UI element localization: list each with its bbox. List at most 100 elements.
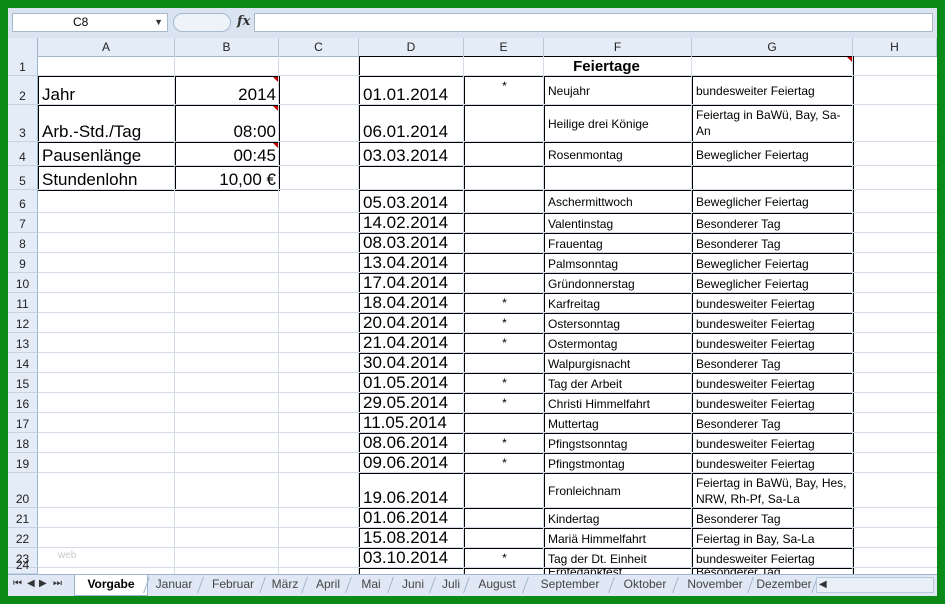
holiday-mark[interactable]	[464, 213, 545, 234]
holiday-name[interactable]: Frauentag	[544, 233, 693, 254]
holiday-date[interactable]: 11.05.2014	[359, 413, 465, 434]
holiday-type[interactable]: bundesweiter Feiertag	[692, 373, 854, 394]
setting-value[interactable]: 10,00 €	[175, 166, 280, 191]
holiday-type[interactable]: Besonderer Tag	[692, 508, 854, 529]
sheet-tab-april[interactable]: April	[308, 575, 348, 595]
holiday-date[interactable]: 29.05.2014	[359, 393, 465, 414]
column-header-f[interactable]: F	[544, 38, 692, 56]
holiday-mark[interactable]: *	[464, 433, 545, 454]
holiday-date[interactable]: 09.06.2014	[359, 453, 465, 474]
scroll-left-icon[interactable]: ◀	[819, 579, 827, 590]
row-header-13[interactable]: 13	[8, 333, 38, 353]
row-header-10[interactable]: 10	[8, 273, 38, 293]
holiday-type[interactable]: Besonderer Tag	[692, 413, 854, 434]
row-header-16[interactable]: 16	[8, 393, 38, 413]
holiday-type[interactable]: bundesweiter Feiertag	[692, 293, 854, 314]
horizontal-scrollbar[interactable]: ◀	[816, 577, 934, 593]
holiday-mark[interactable]	[464, 528, 545, 549]
holiday-mark[interactable]	[464, 253, 545, 274]
row-header-1[interactable]: 1	[8, 56, 38, 76]
sheet-tab-m-rz[interactable]: März	[266, 575, 304, 595]
holiday-date[interactable]: 19.06.2014	[359, 473, 465, 509]
sheet-tab-mai[interactable]: Mai	[352, 575, 390, 595]
holiday-date[interactable]: 03.03.2014	[359, 142, 465, 167]
holiday-mark[interactable]	[464, 273, 545, 294]
holiday-name[interactable]: Kindertag	[544, 508, 693, 529]
holiday-date[interactable]: 01.06.2014	[359, 508, 465, 529]
holiday-name[interactable]: Fronleichnam	[544, 473, 693, 509]
row-header-17[interactable]: 17	[8, 413, 38, 433]
holiday-type[interactable]: Besonderer Tag	[692, 213, 854, 234]
row-header-18[interactable]: 18	[8, 433, 38, 453]
row-header-20[interactable]: 20	[8, 473, 38, 508]
holiday-name[interactable]: Tag der Dt. Einheit	[544, 548, 693, 569]
setting-label[interactable]: Pausenlänge	[38, 142, 176, 167]
holiday-name[interactable]: Pfingstmontag	[544, 453, 693, 474]
holiday-name[interactable]: Tag der Arbeit	[544, 373, 693, 394]
row-header-5[interactable]: 5	[8, 166, 38, 190]
column-header-c[interactable]: C	[279, 38, 359, 56]
formula-input[interactable]	[254, 13, 933, 32]
sheet-tab-september[interactable]: September	[529, 575, 611, 595]
formula-buttons[interactable]	[173, 13, 231, 32]
holiday-name[interactable]: Christi Himmelfahrt	[544, 393, 693, 414]
holiday-type[interactable]: Feiertag in BaWü, Bay, Hes, NRW, Rh-Pf, …	[692, 473, 854, 509]
holiday-type[interactable]: bundesweiter Feiertag	[692, 76, 854, 106]
column-header-g[interactable]: G	[692, 38, 853, 56]
holiday-name[interactable]: Pfingstsonntag	[544, 433, 693, 454]
holiday-type[interactable]: Besonderer Tag	[692, 353, 854, 374]
holiday-mark[interactable]	[464, 105, 545, 143]
sheet-tab-august[interactable]: August	[469, 575, 525, 595]
holiday-mark[interactable]	[464, 233, 545, 254]
holiday-type[interactable]: bundesweiter Feiertag	[692, 333, 854, 354]
row-header-22[interactable]: 22	[8, 528, 38, 548]
column-header-d[interactable]: D	[359, 38, 464, 56]
row-header-19[interactable]: 19	[8, 453, 38, 473]
holiday-date[interactable]: 05.03.2014	[359, 190, 465, 214]
next-sheet-icon[interactable]: ▶	[39, 578, 47, 589]
row-header-2[interactable]: 2	[8, 76, 38, 105]
sheet-tab-november[interactable]: November	[680, 575, 750, 595]
holiday-mark[interactable]: *	[464, 373, 545, 394]
holiday-mark[interactable]: *	[464, 333, 545, 354]
column-header-b[interactable]: B	[175, 38, 279, 56]
holiday-mark[interactable]	[464, 190, 545, 214]
name-box[interactable]: C8 ▼	[12, 13, 168, 32]
column-header-a[interactable]: A	[38, 38, 175, 56]
insert-function-icon[interactable]: fx	[237, 14, 250, 29]
holiday-date[interactable]: 13.04.2014	[359, 253, 465, 274]
holiday-type[interactable]: Feiertag in BaWü, Bay, Sa-An	[692, 105, 854, 143]
holiday-mark[interactable]	[464, 142, 545, 167]
setting-label[interactable]: Jahr	[38, 76, 176, 106]
prev-sheet-icon[interactable]: ◀	[27, 578, 35, 589]
holiday-mark[interactable]: *	[464, 548, 545, 569]
column-header-h[interactable]: H	[853, 38, 937, 56]
holiday-type[interactable]	[692, 166, 854, 191]
holiday-name[interactable]: Gründonnerstag	[544, 273, 693, 294]
holiday-name[interactable]: Ostersonntag	[544, 313, 693, 334]
holiday-name[interactable]	[544, 166, 693, 191]
setting-value[interactable]: 2014	[175, 76, 280, 106]
holiday-mark[interactable]: *	[464, 313, 545, 334]
sheet-tab-februar[interactable]: Februar	[204, 575, 262, 595]
chevron-down-icon[interactable]: ▼	[154, 14, 163, 31]
holiday-date[interactable]: 18.04.2014	[359, 293, 465, 314]
holiday-type[interactable]: bundesweiter Feiertag	[692, 393, 854, 414]
holiday-date[interactable]: 08.03.2014	[359, 233, 465, 254]
column-header-e[interactable]: E	[464, 38, 544, 56]
first-sheet-icon[interactable]: ⏮	[13, 578, 22, 589]
row-header-12[interactable]: 12	[8, 313, 38, 333]
row-header-11[interactable]: 11	[8, 293, 38, 313]
holiday-type[interactable]: Beweglicher Feiertag	[692, 142, 854, 167]
holiday-date[interactable]: 01.01.2014	[359, 76, 465, 106]
holiday-name[interactable]: Aschermittwoch	[544, 190, 693, 214]
row-header-9[interactable]: 9	[8, 253, 38, 273]
row-header-4[interactable]: 4	[8, 142, 38, 166]
holiday-header[interactable]: Feiertage	[359, 56, 854, 77]
holiday-mark[interactable]: *	[464, 393, 545, 414]
holiday-type[interactable]: bundesweiter Feiertag	[692, 548, 854, 569]
holiday-mark[interactable]	[464, 166, 545, 191]
holiday-type[interactable]: bundesweiter Feiertag	[692, 433, 854, 454]
holiday-date[interactable]: 03.10.2014	[359, 548, 465, 569]
holiday-name[interactable]: Mariä Himmelfahrt	[544, 528, 693, 549]
